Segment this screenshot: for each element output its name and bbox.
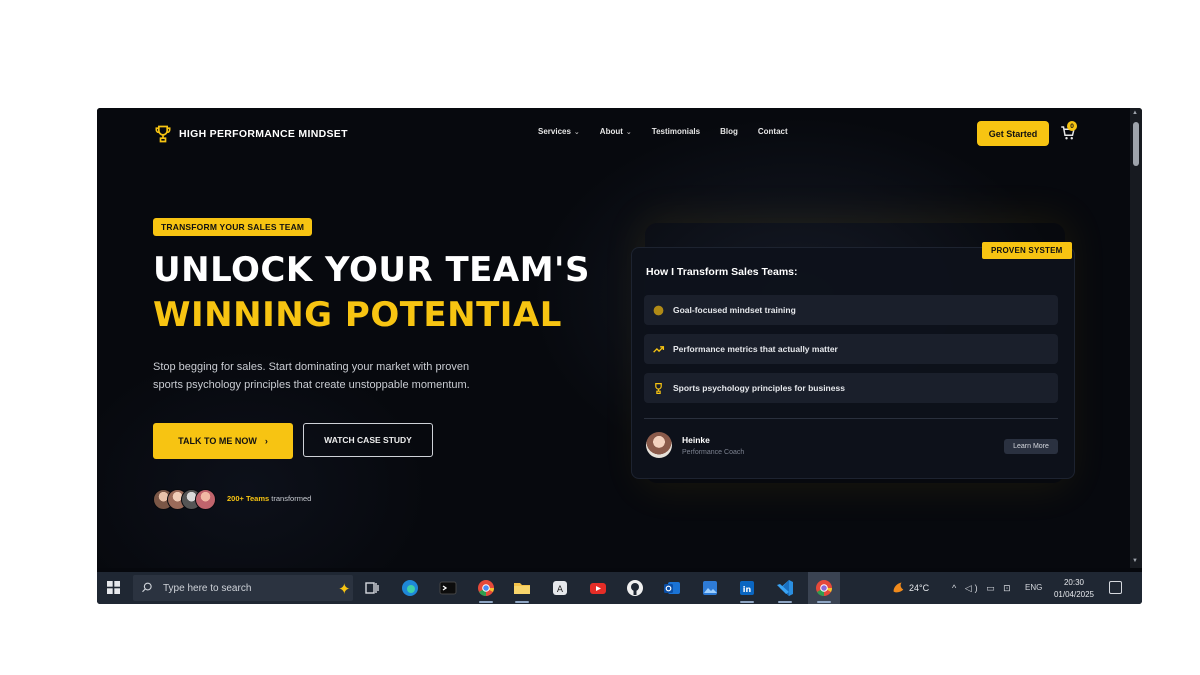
card-list-item: Goal-focused mindset training xyxy=(644,295,1058,325)
teams-transformed: 200+ Teams transformed xyxy=(227,494,311,503)
teams-suffix: transformed xyxy=(271,494,312,503)
weather-icon[interactable] xyxy=(890,579,906,595)
scroll-thumb[interactable] xyxy=(1133,122,1139,166)
page-viewport: HIGH PERFORMANCE MINDSET Services ⌄ Abou… xyxy=(97,108,1130,568)
search-icon xyxy=(142,582,152,593)
talk-to-me-label: TALK TO ME NOW xyxy=(178,436,257,446)
nav-about-label: About xyxy=(599,127,623,136)
learn-more-button[interactable]: Learn More xyxy=(1004,439,1058,454)
card-list-item: Sports psychology principles for busines… xyxy=(644,373,1058,403)
edge-icon[interactable] xyxy=(401,579,419,597)
scroll-up-arrow-icon[interactable]: ▲ xyxy=(1132,110,1138,116)
clock[interactable]: 20:30 01/04/2025 xyxy=(1053,577,1095,601)
svg-text:in: in xyxy=(743,585,752,594)
windows-start-icon[interactable] xyxy=(107,581,120,594)
linkedin-icon[interactable]: in xyxy=(738,579,756,597)
task-view-icon[interactable] xyxy=(363,579,381,597)
logo-text: HIGH PERFORMANCE MINDSET xyxy=(179,128,348,140)
app-icon[interactable]: A xyxy=(551,579,569,597)
app-open-indicator xyxy=(515,601,529,603)
nav-blog[interactable]: Blog xyxy=(720,127,738,136)
app-open-indicator xyxy=(479,601,493,603)
trending-up-icon xyxy=(653,345,665,353)
nav-testimonials[interactable]: Testimonials xyxy=(652,127,700,136)
app-open-indicator xyxy=(817,601,831,603)
card-divider xyxy=(644,418,1058,419)
sparkle-icon: ✦ xyxy=(338,581,351,598)
scroll-down-arrow-icon[interactable]: ▼ xyxy=(1132,558,1138,564)
teams-count: 200+ Teams xyxy=(227,494,270,503)
svg-text:A: A xyxy=(557,585,564,595)
browser-screen: HIGH PERFORMANCE MINDSET Services ⌄ Abou… xyxy=(97,108,1142,604)
search-placeholder: Type here to search xyxy=(163,583,252,594)
talk-to-me-button[interactable]: TALK TO ME NOW › xyxy=(153,423,293,459)
chrome-active-icon[interactable] xyxy=(815,579,833,597)
coach-role: Performance Coach xyxy=(682,449,745,456)
main-nav: Services ⌄ About ⌄ Testimonials Blog Con… xyxy=(538,127,788,136)
nav-about[interactable]: About ⌄ xyxy=(600,127,632,136)
avatar-group xyxy=(153,489,216,510)
clock-date: 01/04/2025 xyxy=(1053,590,1095,599)
chevron-right-icon: › xyxy=(264,436,268,446)
chrome-icon[interactable] xyxy=(477,579,495,597)
target-icon xyxy=(653,305,664,315)
nav-contact-label: Contact xyxy=(757,127,788,136)
card-item-label: Sports psychology principles for busines… xyxy=(673,383,845,393)
nav-blog-label: Blog xyxy=(720,127,738,136)
nav-services[interactable]: Services ⌄ xyxy=(538,127,580,136)
chevron-down-icon: ⌄ xyxy=(573,128,580,136)
vertical-scrollbar[interactable]: ▲ ▼ xyxy=(1130,108,1142,568)
chevron-down-icon: ⌄ xyxy=(625,128,632,136)
windows-taskbar: Type here to search ✦ A in 24°C ^ ◁) ▭ ⊡… xyxy=(97,572,1142,604)
watch-case-study-button[interactable]: WATCH CASE STUDY xyxy=(303,423,433,457)
app-open-indicator xyxy=(778,601,792,603)
file-explorer-icon[interactable] xyxy=(513,579,531,597)
proven-system-badge: PROVEN SYSTEM xyxy=(982,242,1072,259)
notification-icon[interactable] xyxy=(1109,581,1122,594)
trophy-logo-icon xyxy=(155,125,171,143)
trophy-icon xyxy=(655,382,662,394)
card-item-label: Goal-focused mindset training xyxy=(673,305,796,315)
card-item-label: Performance metrics that actually matter xyxy=(673,344,838,354)
site-logo[interactable]: HIGH PERFORMANCE MINDSET xyxy=(153,124,348,144)
avatar xyxy=(195,489,216,510)
taskbar-search[interactable]: Type here to search ✦ xyxy=(133,575,353,601)
system-tray-icons[interactable]: ^ ◁) ▭ ⊡ xyxy=(952,583,1014,594)
github-icon[interactable] xyxy=(626,579,644,597)
photos-icon[interactable] xyxy=(701,579,719,597)
cart-count-badge: 0 xyxy=(1067,121,1077,131)
hero-title-line1: UNLOCK YOUR TEAM'S xyxy=(153,250,590,290)
language-indicator[interactable]: ENG xyxy=(1025,583,1042,592)
outlook-icon[interactable] xyxy=(663,579,681,597)
nav-services-label: Services xyxy=(538,127,571,136)
get-started-button[interactable]: Get Started xyxy=(977,121,1049,146)
card-title: How I Transform Sales Teams: xyxy=(646,266,798,278)
hero-badge: TRANSFORM YOUR SALES TEAM xyxy=(153,218,313,236)
vscode-icon[interactable] xyxy=(776,579,794,597)
coach-avatar xyxy=(646,432,672,458)
hero-title-line2: WINNING POTENTIAL xyxy=(153,295,562,335)
app-open-indicator xyxy=(740,601,754,603)
youtube-icon[interactable] xyxy=(589,579,607,597)
temperature: 24°C xyxy=(909,583,930,593)
nav-testimonials-label: Testimonials xyxy=(651,127,701,136)
terminal-icon[interactable] xyxy=(439,579,457,597)
coach-name: Heinke xyxy=(682,435,710,445)
proven-system-card: How I Transform Sales Teams: Goal-focuse… xyxy=(631,247,1075,479)
clock-time: 20:30 xyxy=(1063,578,1085,587)
hero-subtitle: Stop begging for sales. Start dominating… xyxy=(153,361,470,391)
nav-contact[interactable]: Contact xyxy=(758,127,788,136)
card-list-item: Performance metrics that actually matter xyxy=(644,334,1058,364)
